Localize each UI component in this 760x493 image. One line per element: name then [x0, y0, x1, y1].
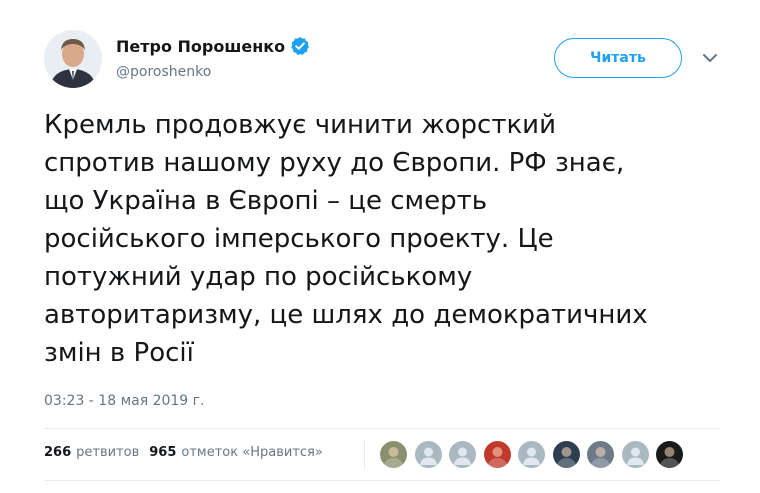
retweets-stat[interactable]: 266 ретвитов [44, 445, 139, 460]
default-avatar-icon[interactable] [518, 441, 545, 468]
tweet-text: Кремль продовжує чинити жорсткий спротив… [44, 110, 648, 368]
likers-avatars [380, 441, 691, 468]
likes-count: 965 [149, 445, 177, 460]
author-handle[interactable]: @poroshenko [116, 64, 310, 80]
default-avatar-icon[interactable] [621, 441, 649, 468]
default-avatar-icon[interactable] [449, 441, 476, 468]
likes-stat[interactable]: 965 отметок «Нравится» [149, 445, 323, 460]
liker-avatar[interactable] [587, 441, 614, 468]
liker-avatar[interactable] [483, 441, 511, 468]
verified-badge-icon [290, 36, 310, 56]
author-name[interactable]: Петро Порошенко [116, 37, 285, 56]
chevron-down-icon[interactable] [700, 48, 720, 68]
stats-separator [364, 440, 365, 470]
follow-button[interactable]: Читать [554, 38, 682, 78]
divider [44, 480, 720, 481]
liker-avatar[interactable] [552, 441, 580, 468]
tweet-stats: 266 ретвитов 965 отметок «Нравится» [44, 445, 333, 460]
divider [44, 428, 720, 429]
retweets-label: ретвитов [76, 445, 140, 460]
author-info: Петро Порошенко @poroshenko [116, 34, 310, 80]
liker-avatar[interactable] [656, 441, 683, 468]
tweet-header: Петро Порошенко @poroshenko Читать [44, 30, 734, 92]
liker-avatar[interactable] [380, 441, 407, 468]
tweet-timestamp[interactable]: 03:23 - 18 мая 2019 г. [44, 393, 204, 409]
default-avatar-icon[interactable] [414, 441, 442, 468]
retweets-count: 266 [44, 445, 72, 460]
author-avatar[interactable] [44, 30, 102, 88]
likes-label: отметок «Нравится» [181, 445, 323, 460]
